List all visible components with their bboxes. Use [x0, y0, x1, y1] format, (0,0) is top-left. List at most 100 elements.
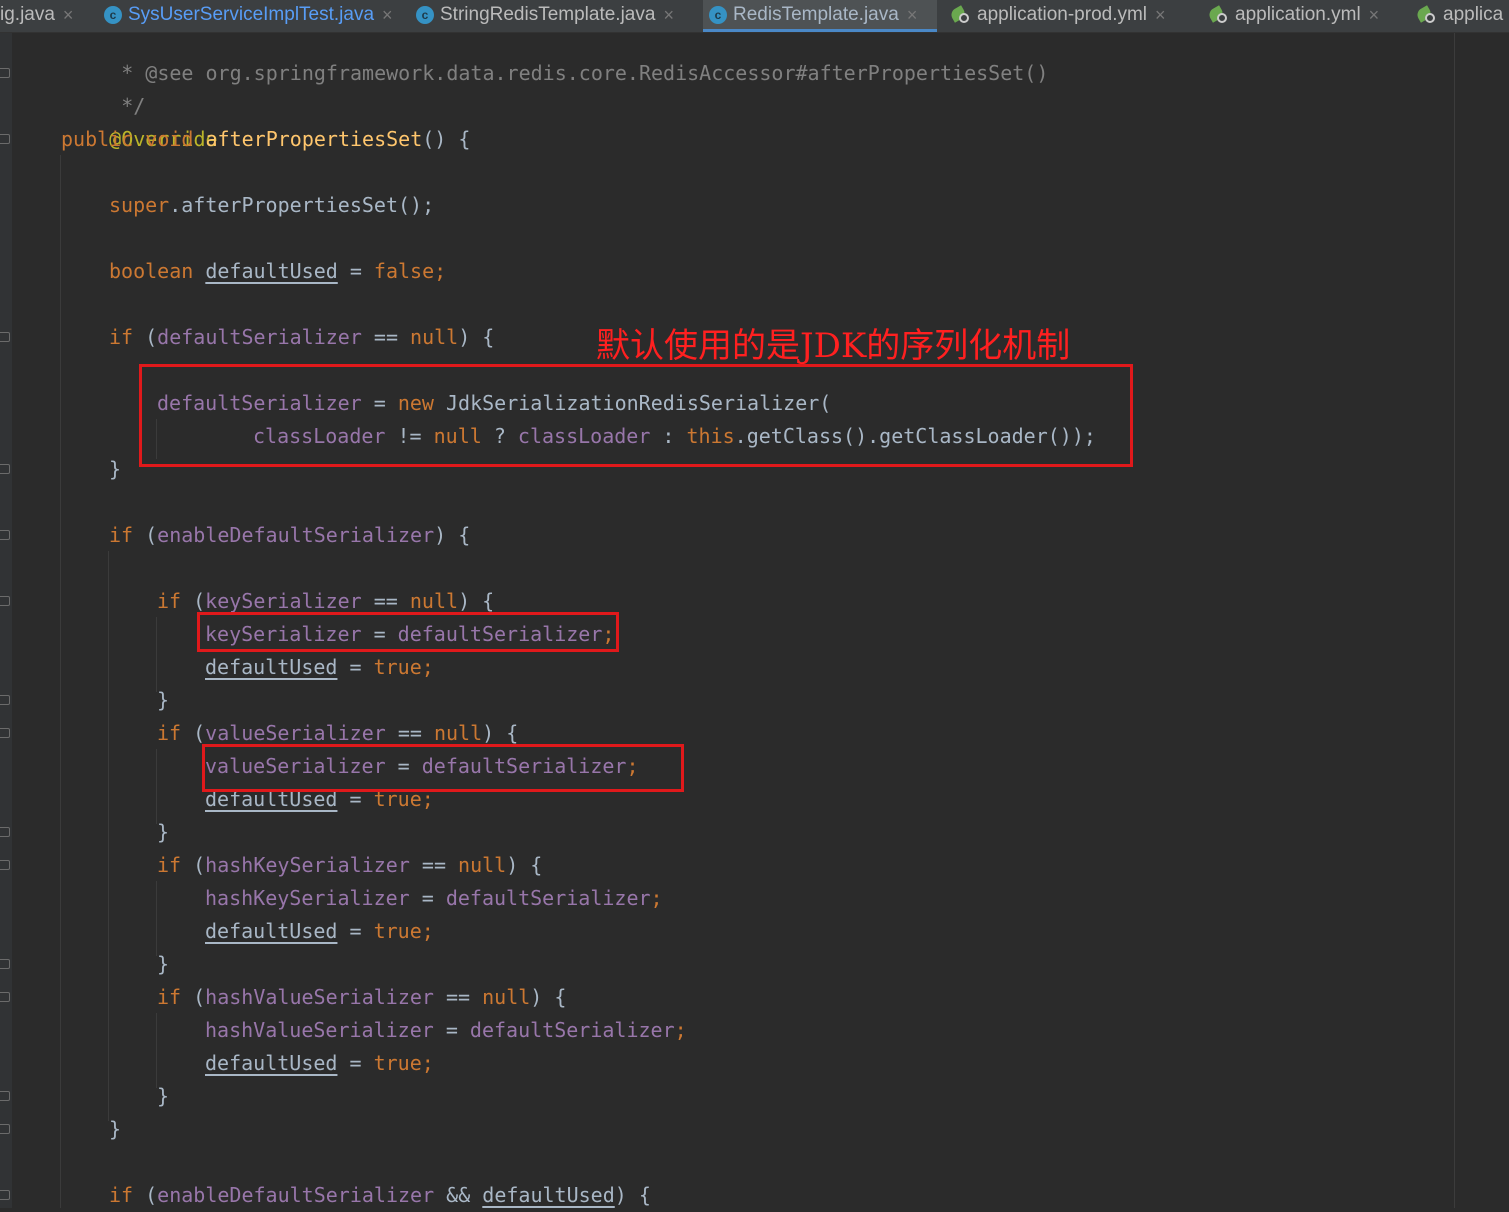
code-line: hashKeySerializer = defaultSerializer;	[205, 882, 663, 915]
code-text: ==	[361, 589, 410, 613]
field: defaultSerializer	[469, 1018, 675, 1042]
code-text: }	[157, 1084, 170, 1108]
code-text: ;	[674, 1018, 687, 1042]
fold-marker-icon[interactable]	[0, 596, 10, 606]
fold-marker-icon[interactable]	[0, 68, 10, 78]
keyword: if	[109, 1183, 146, 1207]
keyword: null	[410, 325, 459, 349]
fold-marker-icon[interactable]	[0, 728, 10, 738]
fold-marker-icon[interactable]	[0, 1124, 10, 1134]
close-icon[interactable]: ×	[382, 5, 393, 26]
code-line: if (enableDefaultSerializer) {	[109, 519, 470, 552]
tab-application-yml[interactable]: application.yml ×	[1209, 0, 1379, 30]
fold-marker-icon[interactable]	[0, 695, 10, 705]
fold-marker-icon[interactable]	[0, 860, 10, 870]
field: hashValueSerializer	[205, 985, 434, 1009]
tab-label: StringRedisTemplate.java	[440, 4, 656, 25]
code-text: }	[109, 1117, 122, 1141]
code-text: &&	[434, 1183, 483, 1207]
code-line: }	[157, 816, 169, 849]
code-text: (	[145, 325, 158, 349]
code-text: =	[409, 886, 446, 910]
code-text: ==	[433, 985, 483, 1009]
editor-gutter	[0, 33, 12, 1208]
java-class-icon: c	[104, 6, 122, 24]
variable: defaultUsed	[205, 1051, 338, 1075]
code-text: () {	[422, 127, 471, 151]
code-text: =	[337, 1051, 374, 1075]
keyword: if	[157, 721, 194, 745]
fold-marker-icon[interactable]	[0, 530, 10, 540]
field: defaultSerializer	[445, 886, 651, 910]
indent-guide	[156, 749, 157, 824]
variable: defaultUsed	[205, 655, 338, 679]
code-text: ;	[421, 655, 434, 679]
code-line: }	[157, 684, 169, 717]
tab-label: ig.java	[0, 4, 55, 25]
code-text: ) {	[458, 589, 495, 613]
fold-marker-icon[interactable]	[0, 827, 10, 837]
code-text: =	[337, 919, 374, 943]
keyword: false	[373, 259, 435, 283]
code-line: if (enableDefaultSerializer && defaultUs…	[109, 1179, 651, 1212]
fold-marker-icon[interactable]	[0, 959, 10, 969]
code-line: }	[157, 948, 169, 981]
keyword: null	[409, 589, 459, 613]
indent-guide	[156, 881, 157, 956]
keyword: if	[157, 589, 194, 613]
highlight-box-key-serializer	[197, 612, 619, 652]
tab-applica-truncated[interactable]: applica	[1417, 0, 1503, 30]
code-text: ) {	[506, 853, 543, 877]
close-icon[interactable]: ×	[1155, 5, 1166, 26]
fold-marker-icon[interactable]	[0, 134, 10, 144]
keyword: null	[482, 985, 531, 1009]
code-line: * @see org.springframework.data.redis.co…	[61, 24, 1048, 85]
fold-marker-icon[interactable]	[0, 1091, 10, 1101]
code-line: if (defaultSerializer == null) {	[109, 321, 494, 354]
tab-label: application-prod.yml	[977, 4, 1148, 25]
field: hashKeySerializer	[205, 853, 410, 877]
code-text: (	[193, 853, 206, 877]
code-text: }	[109, 457, 122, 481]
code-line: defaultUsed = true;	[205, 651, 434, 684]
keyword: null	[433, 721, 483, 745]
field: enableDefaultSerializer	[157, 1183, 435, 1207]
code-text: =	[433, 1018, 470, 1042]
annotation-note: 默认使用的是JDK的序列化机制	[596, 326, 1071, 366]
code-text: ;	[421, 1051, 434, 1075]
fold-marker-icon[interactable]	[0, 332, 10, 342]
spring-yml-icon	[1209, 5, 1229, 25]
field: keySerializer	[205, 589, 362, 613]
right-margin-guide	[1454, 33, 1455, 1208]
close-icon[interactable]: ×	[663, 5, 674, 26]
field: valueSerializer	[205, 721, 386, 745]
fold-marker-icon[interactable]	[0, 464, 10, 474]
field: enableDefaultSerializer	[157, 523, 435, 547]
keyword: true	[373, 919, 422, 943]
close-icon[interactable]: ×	[1369, 5, 1380, 26]
indent-guide	[108, 551, 109, 1121]
close-icon[interactable]: ×	[63, 5, 74, 26]
code-text: ) {	[458, 325, 495, 349]
code-text: ) {	[434, 523, 471, 547]
code-line: */	[61, 57, 145, 118]
fold-marker-icon[interactable]	[0, 1190, 10, 1200]
code-text: (	[193, 721, 206, 745]
tab-label: RedisTemplate.java	[733, 4, 899, 25]
field: hashValueSerializer	[205, 1018, 434, 1042]
code-text: ) {	[530, 985, 567, 1009]
code-line: if (hashValueSerializer == null) {	[157, 981, 566, 1014]
code-line: defaultUsed = true;	[205, 915, 434, 948]
close-icon[interactable]: ×	[907, 5, 918, 26]
code-text: (	[193, 589, 206, 613]
code-text: .afterPropertiesSet();	[169, 193, 435, 217]
keyword: boolean	[109, 259, 206, 283]
indent-guide	[156, 617, 157, 692]
keyword: true	[373, 655, 422, 679]
code-line: public void afterPropertiesSet() {	[61, 123, 470, 156]
code-line: @Override	[61, 90, 217, 151]
code-line: boolean defaultUsed = false;	[109, 255, 446, 288]
code-text: }	[157, 820, 170, 844]
fold-marker-icon[interactable]	[0, 992, 10, 1002]
code-text: (	[145, 523, 158, 547]
